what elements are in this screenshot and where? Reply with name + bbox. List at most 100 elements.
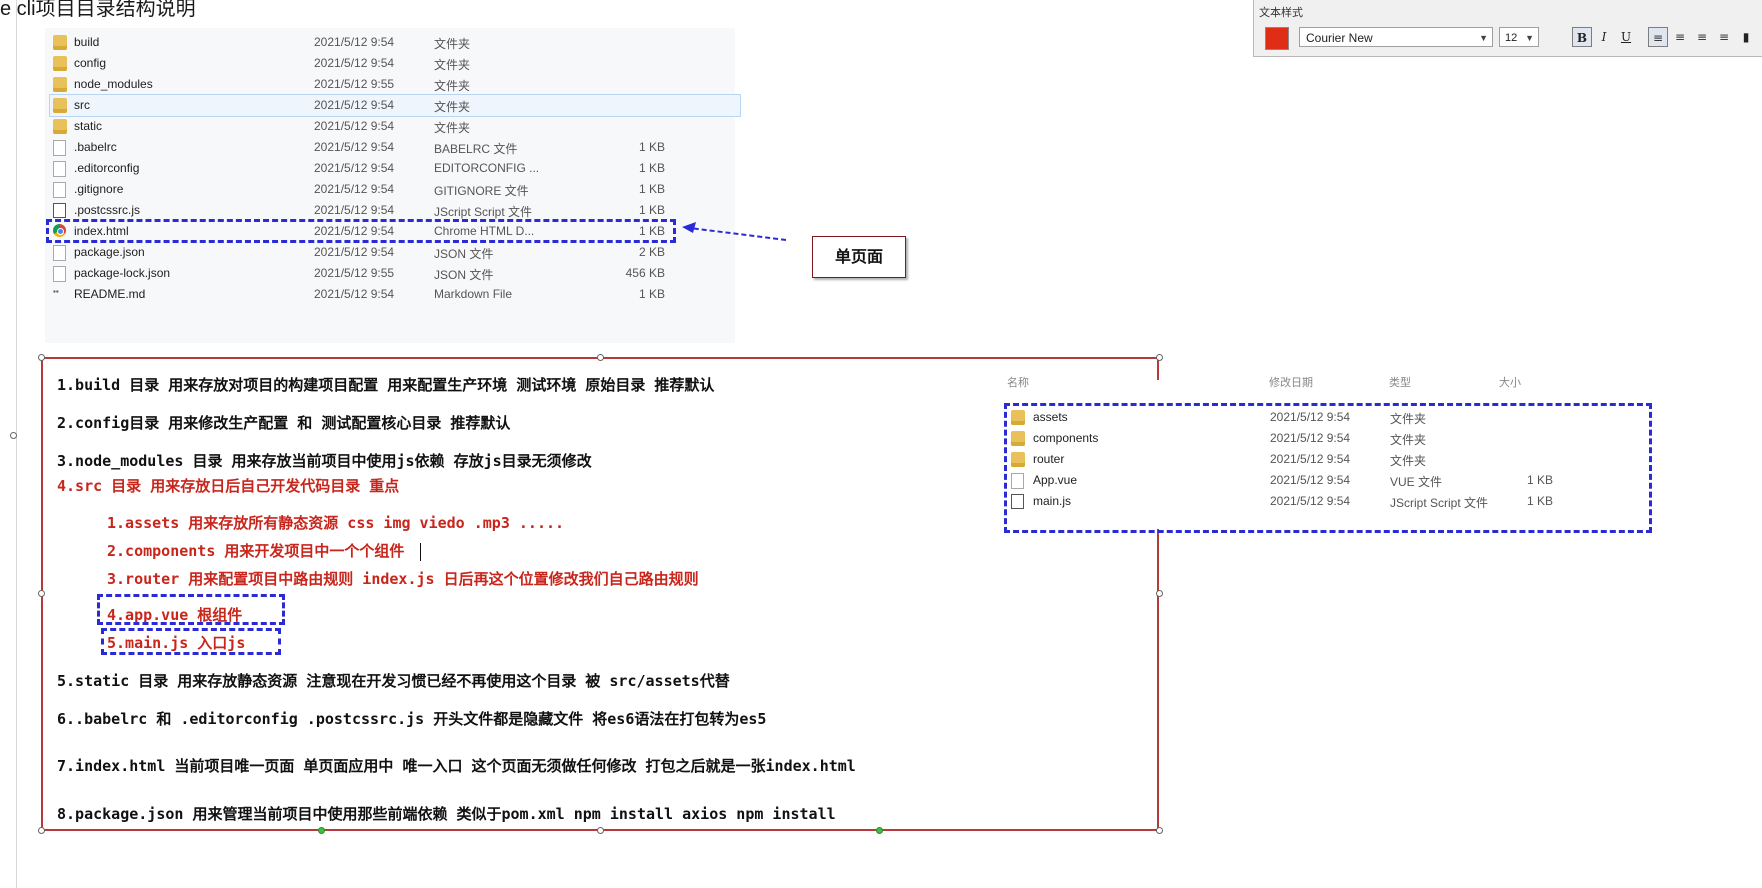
file-icon (53, 245, 66, 261)
align-right-button[interactable]: ≡ (1692, 27, 1712, 47)
file-row[interactable]: node_modules 2021/5/12 9:55 文件夹 (45, 74, 735, 95)
align-center-button[interactable]: ≡ (1670, 27, 1690, 47)
file-icon (53, 182, 66, 198)
file-date: 2021/5/12 9:55 (314, 266, 395, 280)
file-type: BABELRC 文件 (434, 142, 518, 156)
note-line: 3.router 用来配置项目中路由规则 index.js 日后再这个位置修改我… (107, 570, 699, 588)
resize-handle[interactable] (597, 354, 604, 361)
file-name: src (74, 98, 90, 112)
justify-button[interactable]: ≡ (1714, 27, 1734, 47)
text-cursor (420, 542, 422, 561)
note-line: 5.static 目录 用来存放静态资源 注意现在开发习惯已经不再使用这个目录 … (57, 672, 730, 690)
note-line: 2.config目录 用来修改生产配置 和 测试配置核心目录 推荐默认 (57, 414, 511, 432)
note-line: 7.index.html 当前项目唯一页面 单页面应用中 唯一入口 这个页面无须… (57, 757, 856, 775)
italic-button[interactable]: I (1594, 27, 1614, 47)
file-row[interactable]: src 2021/5/12 9:54 文件夹 (49, 94, 741, 117)
file-size: 1 KB (638, 161, 665, 175)
column-header-size[interactable]: 大小 (1499, 374, 1521, 390)
note-line: 2.components 用来开发项目中一个个组件 (107, 540, 422, 561)
font-family-select[interactable]: Courier New ▼ (1299, 27, 1493, 47)
file-size: 456 KB (625, 266, 665, 280)
file-name: .postcssrc.js (74, 203, 141, 217)
note-line: 6..babelrc 和 .editorconfig .postcssrc.js… (57, 710, 767, 728)
more-options-icon[interactable]: ▮ (1736, 27, 1756, 47)
resize-handle[interactable] (597, 827, 604, 834)
chevron-down-icon: ▼ (1479, 33, 1488, 43)
folder-icon (53, 35, 67, 50)
file-type: Markdown File (434, 287, 513, 301)
notes-text-box[interactable]: 1.build 目录 用来存放对项目的构建项目配置 用来配置生产环境 测试环境 … (41, 357, 1159, 831)
file-size: 1 KB (638, 182, 665, 196)
file-row[interactable]: ▪▪ README.md 2021/5/12 9:54 Markdown File 1 … (45, 284, 735, 305)
file-size: 1 KB (638, 140, 665, 154)
file-date: 2021/5/12 9:55 (314, 77, 395, 91)
connector-handle[interactable] (876, 827, 883, 834)
file-name: config (74, 56, 107, 70)
font-color-swatch[interactable] (1265, 27, 1289, 50)
column-header-type[interactable]: 类型 (1389, 374, 1411, 390)
file-date: 2021/5/12 9:54 (314, 182, 395, 196)
callout-arrow (682, 222, 787, 241)
file-row[interactable]: build 2021/5/12 9:54 文件夹 (45, 32, 735, 53)
file-row[interactable]: package-lock.json 2021/5/12 9:55 JSON 文件 45… (45, 263, 735, 284)
folder-icon (53, 98, 67, 113)
resize-handle[interactable] (10, 432, 17, 439)
connector-handle[interactable] (318, 827, 325, 834)
text-style-toolbar: 文本样式 Courier New ▼ 12 ▼ B I U ≡ ≡ ≡ ≡ ▮ (1253, 0, 1762, 57)
file-date: 2021/5/12 9:54 (314, 140, 395, 154)
highlight-box-main-js (101, 628, 281, 655)
folder-icon (53, 77, 67, 92)
file-name: static (74, 119, 103, 133)
file-date: 2021/5/12 9:54 (314, 245, 395, 259)
file-type: 文件夹 (434, 121, 471, 135)
font-size-value: 12 (1505, 32, 1518, 44)
underline-button[interactable]: U (1616, 27, 1636, 47)
resize-handle[interactable] (38, 590, 45, 597)
chevron-down-icon: ▼ (1525, 33, 1534, 43)
align-left-button[interactable]: ≡ (1648, 27, 1668, 47)
resize-handle[interactable] (38, 827, 45, 834)
font-family-value: Courier New (1306, 31, 1373, 45)
file-date: 2021/5/12 9:54 (314, 161, 395, 175)
file-name: node_modules (74, 77, 153, 91)
file-name: package-lock.json (74, 266, 171, 280)
resize-handle[interactable] (38, 354, 45, 361)
slide-title: e cli项目目录结构说明 (0, 0, 196, 20)
file-date: 2021/5/12 9:54 (314, 119, 395, 133)
file-explorer-main: build 2021/5/12 9:54 文件夹 config 2021/5/12 9:… (45, 28, 741, 343)
file-row[interactable]: static 2021/5/12 9:54 文件夹 (45, 116, 735, 137)
bold-button[interactable]: B (1572, 27, 1592, 47)
note-line: 8.package.json 用来管理当前项目中使用那些前端依赖 类似于pom.… (57, 805, 836, 823)
file-size: 1 KB (638, 203, 665, 217)
file-type: 文件夹 (434, 79, 471, 93)
file-row[interactable]: .editorconfig 2021/5/12 9:54 EDITORCONFIG … (45, 158, 735, 179)
file-icon (53, 266, 66, 282)
jscript-icon (53, 203, 66, 218)
markdown-icon: ▪▪ (53, 287, 59, 296)
file-date: 2021/5/12 9:54 (314, 203, 395, 217)
file-row[interactable]: .postcssrc.js 2021/5/12 9:54 JScript Scrip… (45, 200, 735, 221)
column-header-name[interactable]: 名称 (1007, 374, 1029, 390)
file-name: .editorconfig (74, 161, 140, 175)
file-date: 2021/5/12 9:54 (314, 287, 395, 301)
file-row[interactable]: package.json 2021/5/12 9:54 JSON 文件 2 KB (45, 242, 735, 263)
file-size: 1 KB (638, 287, 665, 301)
font-size-select[interactable]: 12 ▼ (1499, 27, 1539, 47)
resize-handle[interactable] (1156, 590, 1163, 597)
folder-icon (53, 119, 67, 134)
callout-single-page: 单页面 (812, 236, 906, 278)
column-header-date[interactable]: 修改日期 (1269, 374, 1313, 390)
file-type: EDITORCONFIG ... (434, 161, 540, 175)
page-edge-line (16, 0, 17, 888)
file-row[interactable]: .babelrc 2021/5/12 9:54 BABELRC 文件 1 KB (45, 137, 735, 158)
file-type: 文件夹 (434, 37, 471, 51)
file-row[interactable]: config 2021/5/12 9:54 文件夹 (45, 53, 735, 74)
file-icon (53, 161, 66, 177)
resize-handle[interactable] (1156, 354, 1163, 361)
file-type: GITIGNORE 文件 (434, 184, 529, 198)
resize-handle[interactable] (1156, 827, 1163, 834)
note-line: 1.build 目录 用来存放对项目的构建项目配置 用来配置生产环境 测试环境 … (57, 376, 715, 394)
file-row[interactable]: .gitignore 2021/5/12 9:54 GITIGNORE 文件 1 KB (45, 179, 735, 200)
file-date: 2021/5/12 9:54 (314, 35, 395, 49)
toolbar-title: 文本样式 (1259, 7, 1303, 19)
